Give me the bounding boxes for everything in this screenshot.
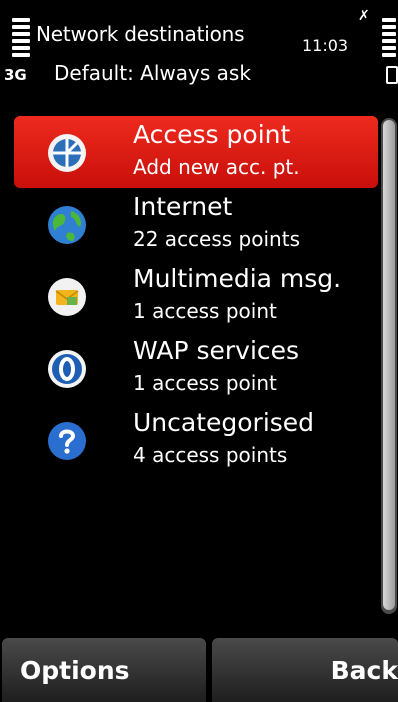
page-title: Network destinations (36, 22, 245, 46)
list-item-subtitle: Add new acc. pt. (133, 155, 300, 179)
list-item-name: Access point (133, 120, 291, 149)
list-item-name: Uncategorised (133, 408, 315, 437)
list-item-subtitle: 4 access points (133, 443, 288, 467)
options-softkey[interactable]: Options (2, 638, 206, 702)
clock: 11:03 (302, 36, 349, 55)
alert-icon: ✗ (358, 8, 370, 24)
lock-icon (386, 66, 398, 84)
network-type-indicator: 3G (4, 66, 27, 84)
list-item-name: WAP services (133, 336, 300, 365)
scrollbar[interactable] (381, 118, 397, 614)
scrollbar-thumb[interactable] (383, 120, 395, 610)
battery-level-icon (382, 18, 396, 58)
list-item-wap-services[interactable]: WAP services 1 access point (14, 332, 378, 404)
envelope-icon (48, 278, 86, 316)
list-item-subtitle: 1 access point (133, 299, 277, 323)
list-item-name: Multimedia msg. (133, 264, 342, 293)
back-softkey[interactable]: Back (212, 638, 398, 702)
wap-icon (48, 350, 86, 388)
list-item-subtitle: 1 access point (133, 371, 277, 395)
list-item-internet[interactable]: Internet 22 access points (14, 188, 378, 260)
signal-strength-icon (12, 18, 30, 58)
list-item-multimedia-msg[interactable]: Multimedia msg. 1 access point (14, 260, 378, 332)
access-point-icon (48, 134, 86, 172)
list-item-access-point[interactable]: Access point Add new acc. pt. (14, 116, 378, 188)
globe-icon (48, 206, 86, 244)
softkey-bar: Options Back (0, 638, 398, 702)
question-icon (48, 422, 86, 460)
list-item-uncategorised[interactable]: Uncategorised 4 access points (14, 404, 378, 476)
list-item-subtitle: 22 access points (133, 227, 300, 251)
status-bar: Network destinations ✗ 11:03 3G Default:… (0, 0, 398, 100)
default-connection-label: Default: Always ask (54, 61, 251, 85)
list-item-name: Internet (133, 192, 233, 221)
destination-list: Access point Add new acc. pt. Internet 2… (14, 116, 378, 476)
